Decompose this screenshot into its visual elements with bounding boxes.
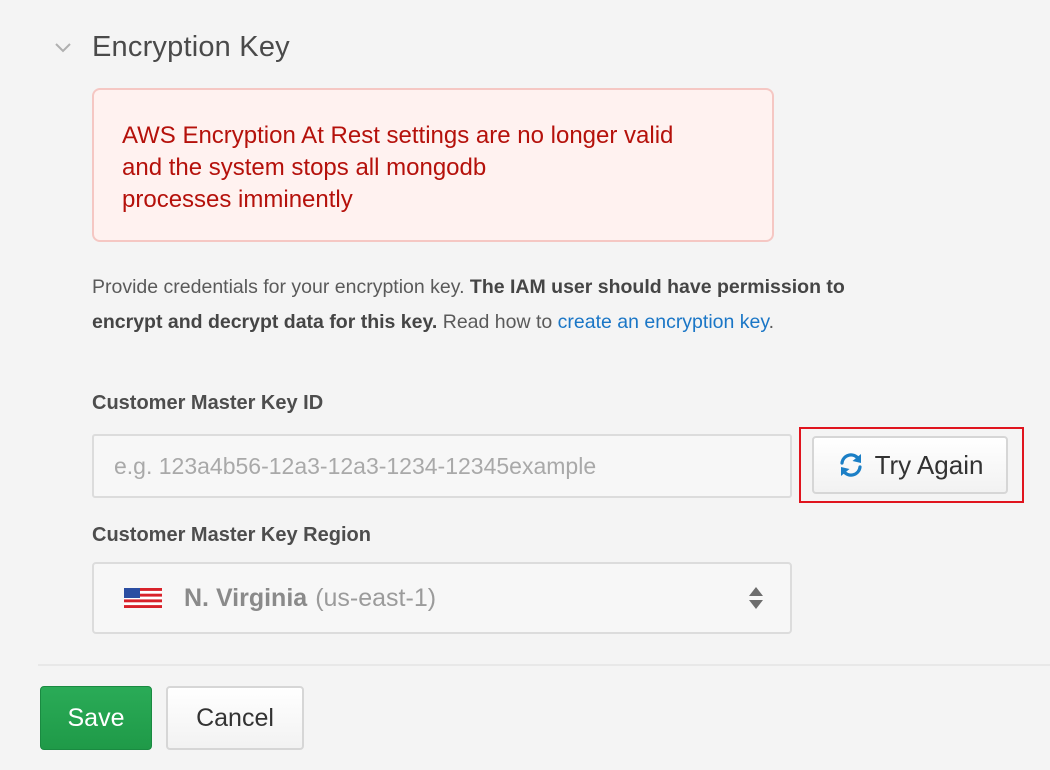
section-header[interactable]: Encryption Key — [52, 22, 290, 72]
description-text: Provide credentials for your encryption … — [92, 276, 470, 298]
section-divider — [38, 664, 1050, 666]
region-label: Customer Master Key Region — [92, 524, 371, 546]
section-title: Encryption Key — [92, 30, 290, 63]
encryption-key-section: Encryption Key AWS Encryption At Rest se… — [0, 0, 1050, 770]
region-code: (us-east-1) — [315, 583, 437, 612]
us-flag-icon — [124, 588, 162, 608]
key-id-input[interactable] — [92, 434, 792, 498]
refresh-icon — [837, 451, 865, 479]
key-id-label: Customer Master Key ID — [92, 392, 324, 414]
select-arrows-icon — [748, 584, 764, 612]
alert-message: AWS Encryption At Rest settings are no l… — [122, 122, 674, 213]
try-again-button[interactable]: Try Again — [812, 436, 1008, 494]
save-button[interactable]: Save — [40, 686, 152, 750]
region-select[interactable]: N. Virginia (us-east-1) — [92, 562, 792, 634]
try-again-label: Try Again — [874, 449, 984, 480]
description-end: . — [768, 311, 775, 333]
create-encryption-key-link[interactable]: create an encryption key — [558, 311, 769, 333]
region-name: N. Virginia — [184, 583, 308, 612]
chevron-down-icon[interactable] — [52, 36, 74, 58]
error-alert: AWS Encryption At Rest settings are no l… — [92, 88, 774, 242]
cancel-button[interactable]: Cancel — [166, 686, 304, 750]
credentials-description: Provide credentials for your encryption … — [92, 270, 852, 340]
description-read-text: Read how to — [437, 311, 558, 333]
